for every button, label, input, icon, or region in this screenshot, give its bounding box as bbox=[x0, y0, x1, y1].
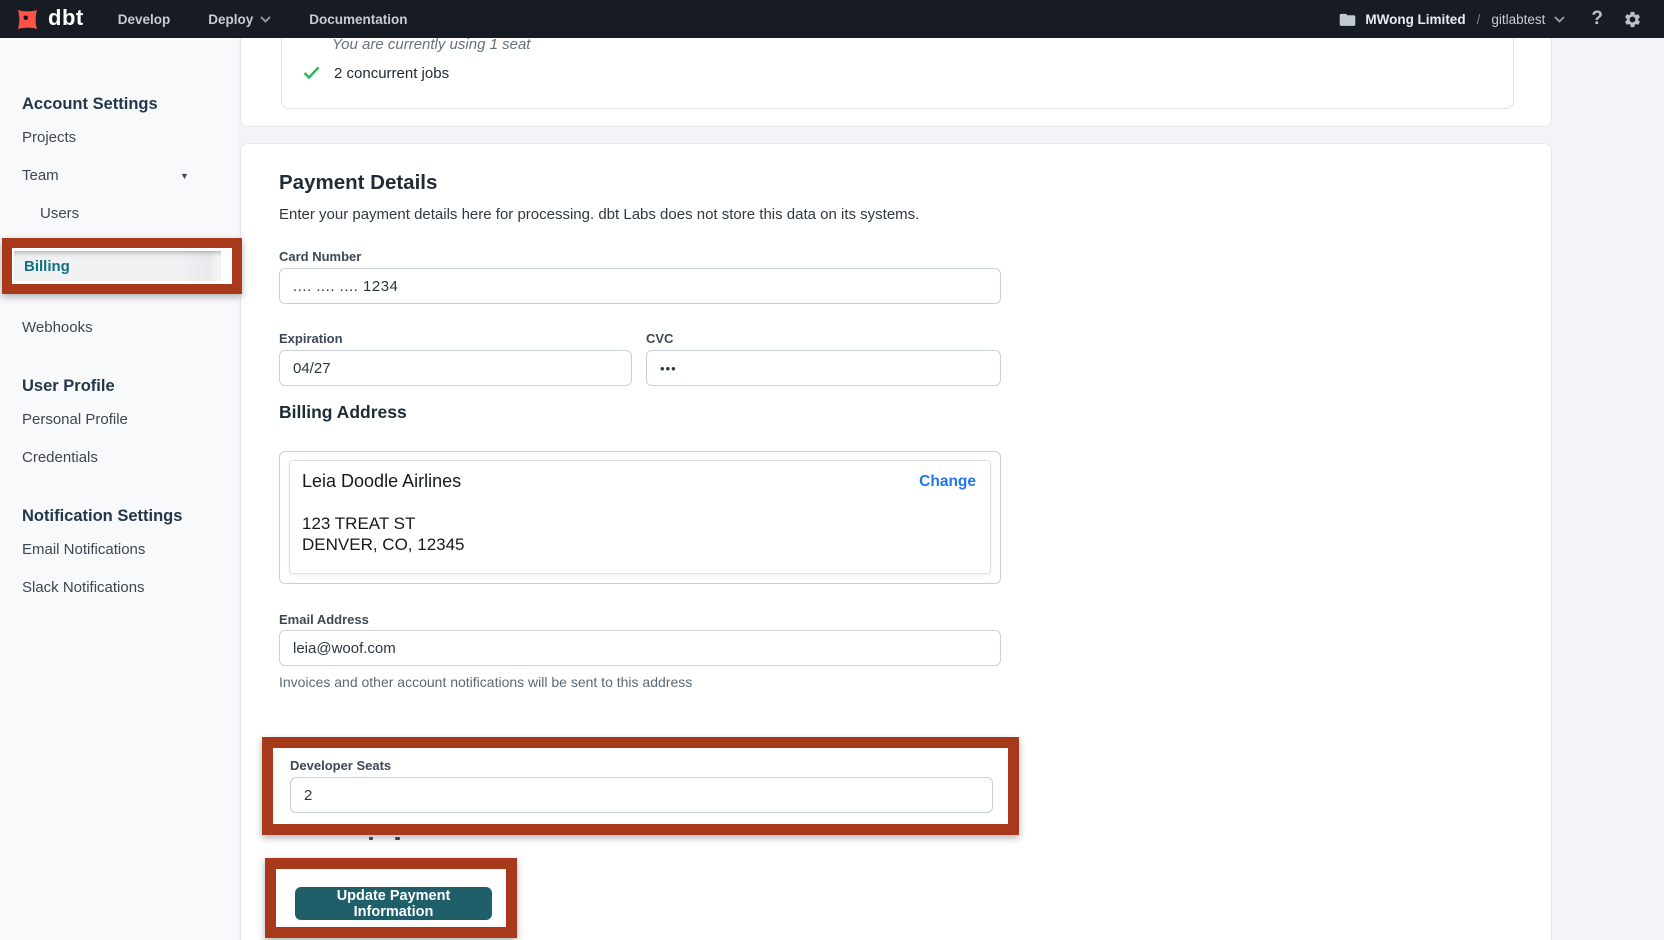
sidebar-item-personal-profile[interactable]: Personal Profile bbox=[0, 401, 238, 439]
annotation-box-billing: Billing bbox=[2, 238, 242, 294]
sidebar-item-billing[interactable]: Billing bbox=[14, 251, 221, 281]
developer-seats-label: Developer Seats bbox=[290, 758, 391, 773]
sidebar-item-credentials[interactable]: Credentials bbox=[0, 439, 238, 477]
project-name: gitlabtest bbox=[1491, 12, 1545, 27]
sidebar-item-team[interactable]: Team ▼ bbox=[0, 157, 238, 195]
sidebar-item-billing-label: Billing bbox=[24, 258, 70, 275]
sidebar-heading-account-settings: Account Settings bbox=[0, 89, 238, 119]
annotation-box-developer-seats: Developer Seats bbox=[262, 737, 1019, 835]
sidebar-item-slack-notifications[interactable]: Slack Notifications bbox=[0, 569, 238, 607]
change-address-link[interactable]: Change bbox=[919, 473, 976, 491]
breadcrumb-separator: / bbox=[1477, 12, 1481, 27]
payment-details-description: Enter your payment details here for proc… bbox=[279, 206, 919, 223]
billing-address-line1: 123 TREAT ST bbox=[302, 513, 978, 534]
chevron-down-icon bbox=[260, 16, 271, 23]
gear-icon[interactable] bbox=[1623, 10, 1642, 29]
check-icon bbox=[303, 66, 320, 85]
top-navbar: dbt Develop Deploy Documentation MWong L… bbox=[0, 0, 1664, 38]
email-address-label: Email Address bbox=[279, 612, 369, 627]
sidebar-item-projects[interactable]: Projects bbox=[0, 119, 238, 157]
seat-usage-note: You are currently using 1 seat bbox=[332, 38, 530, 53]
dbt-logo-text: dbt bbox=[48, 7, 84, 29]
sidebar-item-webhooks[interactable]: Webhooks bbox=[0, 309, 238, 347]
card-number-input[interactable] bbox=[279, 268, 1001, 304]
expiration-label: Expiration bbox=[279, 331, 343, 346]
clipped-text-fragment bbox=[369, 837, 373, 840]
help-icon[interactable]: ? bbox=[1591, 8, 1603, 30]
nav-develop[interactable]: Develop bbox=[118, 12, 171, 27]
concurrent-jobs-text: 2 concurrent jobs bbox=[334, 65, 449, 82]
nav-deploy[interactable]: Deploy bbox=[208, 12, 271, 27]
email-address-input[interactable] bbox=[279, 630, 1001, 666]
billing-address-box: Leia Doodle Airlines Change 123 TREAT ST… bbox=[279, 451, 1001, 584]
card-number-label: Card Number bbox=[279, 249, 361, 264]
email-helper-text: Invoices and other account notifications… bbox=[279, 674, 692, 690]
expiration-input[interactable] bbox=[279, 350, 632, 386]
account-project-selector[interactable]: MWong Limited / gitlabtest bbox=[1339, 12, 1565, 27]
dbt-logo-icon bbox=[14, 6, 41, 33]
seat-usage-card: You are currently using 1 seat 2 concurr… bbox=[240, 38, 1552, 127]
settings-sidebar: Account Settings Projects Team ▼ Users S… bbox=[0, 38, 238, 940]
seat-usage-inner-card: You are currently using 1 seat 2 concurr… bbox=[281, 38, 1514, 109]
sidebar-heading-user-profile: User Profile bbox=[0, 371, 238, 401]
account-name: MWong Limited bbox=[1365, 12, 1465, 27]
update-payment-button[interactable]: Update Payment Information bbox=[295, 887, 492, 920]
folder-icon bbox=[1339, 12, 1356, 27]
caret-down-icon: ▼ bbox=[180, 157, 189, 195]
payment-details-title: Payment Details bbox=[279, 171, 437, 195]
chevron-down-icon bbox=[1554, 16, 1565, 23]
annotation-box-update-button: Update Payment Information bbox=[265, 858, 517, 938]
billing-address-inner-card: Leia Doodle Airlines Change 123 TREAT ST… bbox=[289, 460, 991, 574]
sidebar-item-users[interactable]: Users bbox=[0, 195, 238, 233]
billing-address-name: Leia Doodle Airlines bbox=[302, 471, 978, 492]
cvc-input[interactable] bbox=[646, 350, 1001, 386]
clipped-text-fragment bbox=[395, 837, 400, 840]
cvc-label: CVC bbox=[646, 331, 673, 346]
sidebar-heading-notification-settings: Notification Settings bbox=[0, 501, 238, 531]
app-window: dbt Develop Deploy Documentation MWong L… bbox=[0, 0, 1664, 940]
primary-nav: Develop Deploy Documentation bbox=[118, 12, 408, 27]
billing-address-line2: DENVER, CO, 12345 bbox=[302, 534, 978, 555]
billing-address-title: Billing Address bbox=[279, 402, 407, 423]
developer-seats-input[interactable] bbox=[290, 777, 993, 813]
navbar-right: MWong Limited / gitlabtest ? bbox=[1339, 8, 1642, 30]
sidebar-item-email-notifications[interactable]: Email Notifications bbox=[0, 531, 238, 569]
nav-documentation[interactable]: Documentation bbox=[309, 12, 407, 27]
dbt-logo[interactable]: dbt bbox=[14, 6, 84, 33]
